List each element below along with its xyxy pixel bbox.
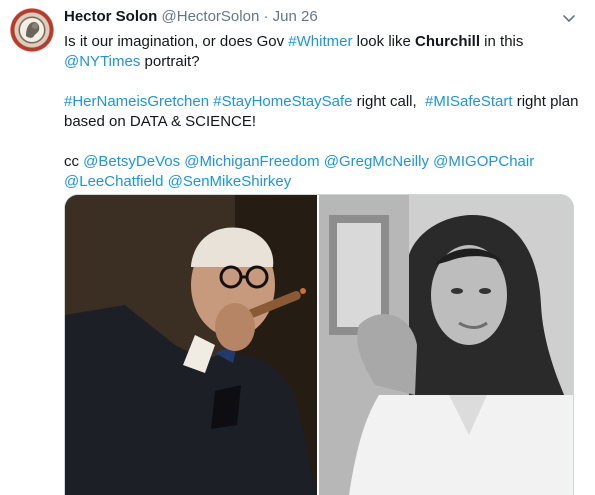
photo-whitmer[interactable] bbox=[319, 195, 573, 495]
hashtag-whitmer[interactable]: #Whitmer bbox=[288, 33, 352, 50]
text-segment: in this bbox=[480, 33, 524, 50]
churchill-bold: Churchill bbox=[415, 33, 481, 50]
chevron-down-icon[interactable] bbox=[561, 10, 577, 26]
mention-senmikeshirkey[interactable]: @SenMikeShirkey bbox=[168, 173, 292, 190]
text-segment: cc bbox=[64, 153, 84, 170]
tweet-text: Is it our imagination, or does Gov #Whit… bbox=[64, 32, 580, 192]
mention-migopchair[interactable]: @MIGOPChair bbox=[433, 153, 534, 170]
tweet-header: Hector Solon @HectorSolon · Jun 26 bbox=[64, 7, 318, 27]
hashtag-stayhomestaysafe[interactable]: #StayHomeStaySafe bbox=[213, 93, 352, 110]
photo-churchill[interactable] bbox=[65, 195, 317, 495]
avatar[interactable] bbox=[10, 8, 54, 52]
tweet-date[interactable]: Jun 26 bbox=[273, 8, 318, 25]
mention-gregmcneilly[interactable]: @GregMcNeilly bbox=[324, 153, 429, 170]
mention-nytimes[interactable]: @NYTimes bbox=[64, 53, 140, 70]
mention-betsydevos[interactable]: @BetsyDeVos bbox=[83, 153, 180, 170]
text-segment: look like bbox=[352, 33, 415, 50]
text-segment: portrait? bbox=[140, 53, 200, 70]
text-segment: Is it our imagination, or does Gov bbox=[64, 33, 289, 50]
hashtag-hernameisgretchen[interactable]: #HerNameisGretchen bbox=[64, 93, 209, 110]
tweet-line-6: @LeeChatfield @SenMikeShirkey bbox=[64, 172, 580, 192]
separator-dot: · bbox=[263, 8, 269, 25]
tweet-line-5: cc @BetsyDeVos @MichiganFreedom @GregMcN… bbox=[64, 152, 580, 172]
photo-churchill-illustration bbox=[65, 195, 317, 495]
tweet-line-4: based on DATA & SCIENCE! bbox=[64, 113, 257, 130]
hashtag-misafestart[interactable]: #MISafeStart bbox=[425, 93, 513, 110]
mention-leechatfield[interactable]: @LeeChatfield bbox=[64, 173, 163, 190]
avatar-icon bbox=[20, 18, 44, 42]
text-segment: right plan bbox=[512, 93, 579, 110]
tweet-line-2: @NYTimes portrait? bbox=[64, 52, 580, 72]
photo-whitmer-illustration bbox=[319, 195, 573, 495]
tweet-line-3: #HerNameisGretchen #StayHomeStaySafe rig… bbox=[64, 92, 580, 112]
user-handle[interactable]: @HectorSolon bbox=[162, 8, 260, 25]
user-name[interactable]: Hector Solon bbox=[64, 8, 157, 25]
tweet-media bbox=[64, 194, 574, 495]
tweet-line-1: Is it our imagination, or does Gov #Whit… bbox=[64, 32, 580, 52]
mention-michiganfreedom[interactable]: @MichiganFreedom bbox=[184, 153, 319, 170]
text-segment: right call, bbox=[352, 93, 426, 110]
